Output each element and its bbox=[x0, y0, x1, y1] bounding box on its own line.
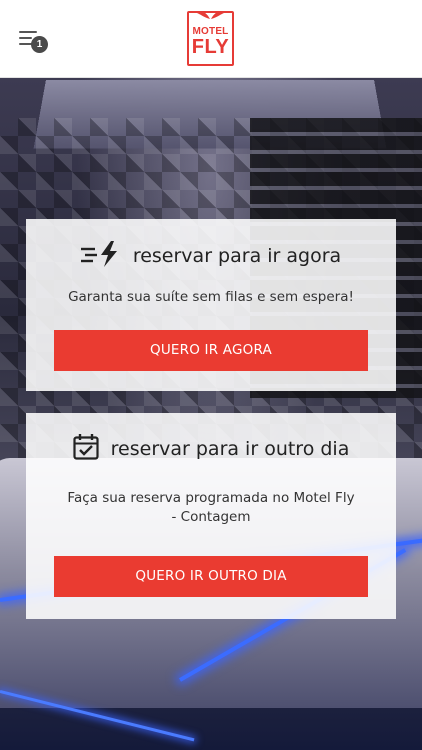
reserve-later-description: Faça sua reserva programada no Motel Fly… bbox=[67, 490, 355, 525]
menu-line-icon bbox=[19, 37, 32, 39]
calendar-check-icon bbox=[73, 433, 99, 465]
reserve-now-card: reservar para ir agora Garanta sua suíte… bbox=[26, 219, 396, 391]
reserve-now-title: reservar para ir agora bbox=[132, 245, 342, 267]
logo-text-fly: FLY bbox=[191, 36, 230, 58]
reserve-later-title: reservar para ir outro dia bbox=[110, 438, 350, 460]
go-another-day-button[interactable]: QUERO IR OUTRO DIA bbox=[54, 556, 368, 597]
wings-icon bbox=[197, 11, 224, 19]
reserve-later-card: reservar para ir outro dia Faça sua rese… bbox=[26, 413, 396, 619]
go-now-button[interactable]: QUERO IR AGORA bbox=[54, 330, 368, 371]
menu-button[interactable]: 1 bbox=[16, 28, 52, 54]
notification-badge: 1 bbox=[31, 36, 48, 53]
fast-lightning-icon bbox=[80, 240, 121, 272]
reserve-later-heading: reservar para ir outro dia bbox=[26, 433, 396, 465]
reserve-now-heading: reservar para ir agora bbox=[26, 240, 396, 272]
menu-line-icon bbox=[19, 31, 37, 33]
motel-fly-logo: MOTEL FLY bbox=[187, 11, 234, 66]
app-header: 1 MOTEL FLY bbox=[0, 0, 422, 78]
reserve-now-description: Garanta sua suíte sem filas e sem espera… bbox=[68, 289, 354, 305]
